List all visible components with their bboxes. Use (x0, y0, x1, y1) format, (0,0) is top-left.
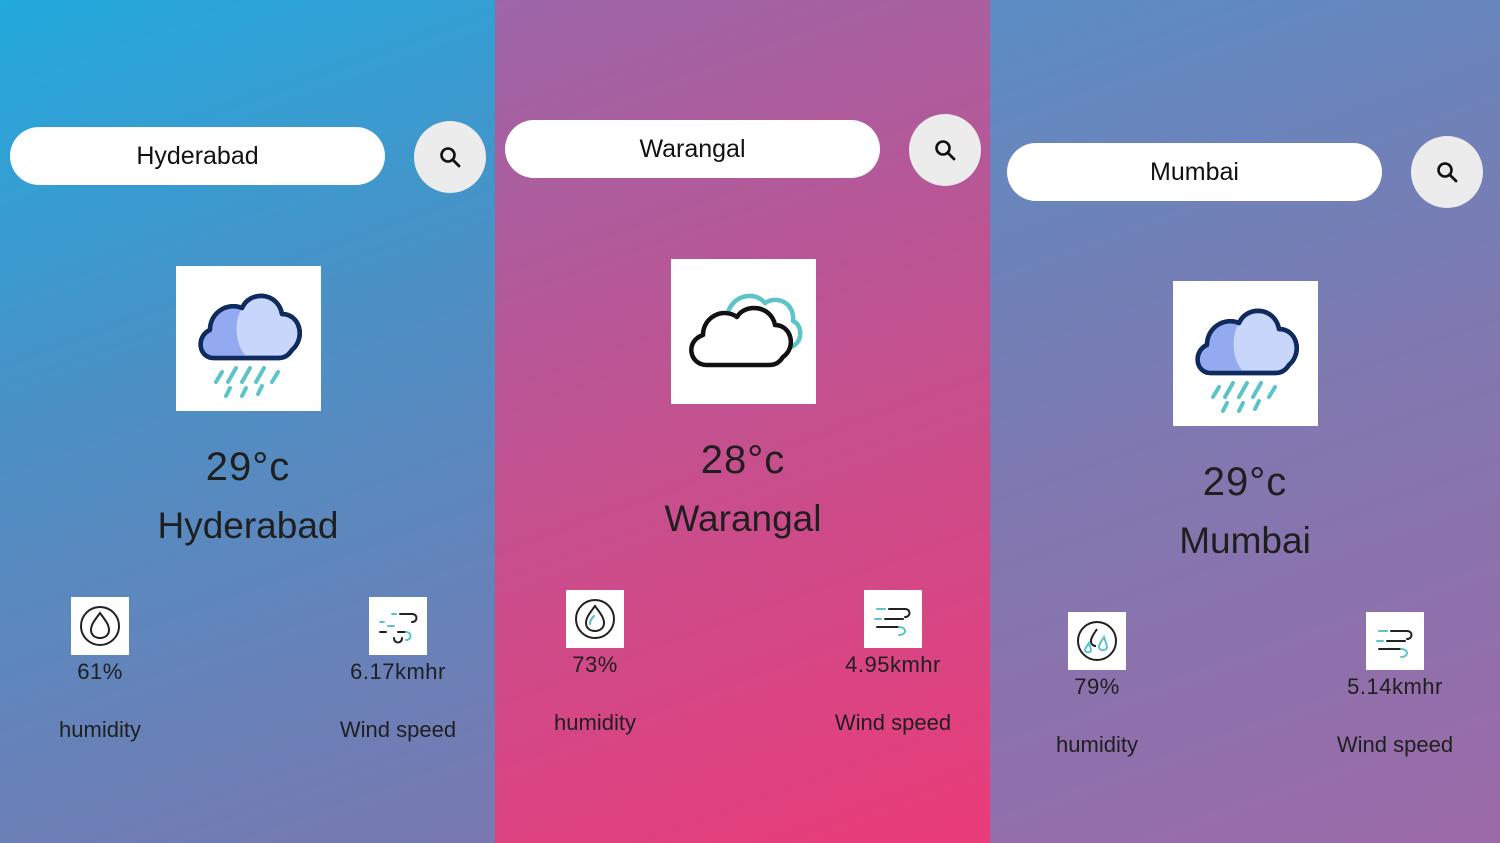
city-search-input[interactable]: Warangal (505, 120, 880, 178)
humidity-value: 73% (572, 652, 618, 677)
wind-icon (1376, 630, 1413, 658)
weather-screen-hyderabad: Hyderabad 29°c Hyderabad 61% humidity 6.… (0, 0, 495, 843)
city-search-input[interactable]: Hyderabad (10, 127, 385, 185)
humidity-label: humidity (59, 717, 141, 742)
weather-condition-image (1173, 281, 1318, 426)
temperature-value: 29°c (1202, 460, 1288, 504)
search-icon (440, 147, 461, 168)
wind-speed-label: Wind speed (339, 717, 457, 742)
search-icon (935, 140, 956, 161)
city-search-input[interactable]: Mumbai (1007, 143, 1382, 201)
cloud-icon (688, 293, 802, 367)
search-button[interactable] (1411, 136, 1483, 208)
weather-condition-image (176, 266, 321, 411)
weather-screen-warangal: Warangal 28°c Warangal 73% humidity 4.95… (495, 0, 990, 843)
rain-cloud-icon (198, 293, 302, 398)
humidity-icon-box (71, 597, 129, 655)
search-input-value: Warangal (639, 134, 746, 163)
temperature-value: 29°c (205, 445, 291, 489)
humidity-label: humidity (1056, 732, 1138, 757)
humidity-icon (80, 606, 120, 646)
weather-app-screens: Hyderabad 29°c Hyderabad 61% humidity 6.… (0, 0, 1500, 843)
search-button[interactable] (909, 114, 981, 186)
search-icon (1437, 162, 1458, 183)
wind-icon (379, 613, 418, 644)
search-input-value: Hyderabad (136, 141, 259, 170)
city-name: Mumbai (1179, 520, 1311, 561)
search-input-value: Mumbai (1150, 157, 1239, 186)
humidity-icon-box (566, 590, 624, 648)
wind-speed-label: Wind speed (834, 710, 952, 735)
humidity-icon (1077, 621, 1117, 661)
humidity-value: 79% (1074, 674, 1120, 699)
wind-speed-value: 4.95kmhr (845, 652, 941, 677)
weather-screen-mumbai: Mumbai 29°c Mumbai 79% humidity 5.14kmhr… (990, 0, 1500, 843)
humidity-value: 61% (77, 659, 123, 684)
wind-icon-box (1366, 612, 1424, 670)
wind-speed-value: 5.14kmhr (1347, 674, 1443, 699)
humidity-icon-box (1068, 612, 1126, 670)
wind-icon-box (369, 597, 427, 655)
wind-speed-value: 6.17kmhr (350, 659, 446, 684)
wind-speed-label: Wind speed (1336, 732, 1454, 757)
humidity-label: humidity (554, 710, 636, 735)
wind-icon-box (864, 590, 922, 648)
wind-icon (874, 608, 911, 636)
weather-condition-image (671, 259, 816, 404)
rain-cloud-icon (1195, 308, 1299, 413)
city-name: Warangal (664, 498, 822, 539)
humidity-icon (575, 599, 615, 639)
search-button[interactable] (414, 121, 486, 193)
temperature-value: 28°c (700, 438, 786, 482)
city-name: Hyderabad (157, 505, 339, 546)
